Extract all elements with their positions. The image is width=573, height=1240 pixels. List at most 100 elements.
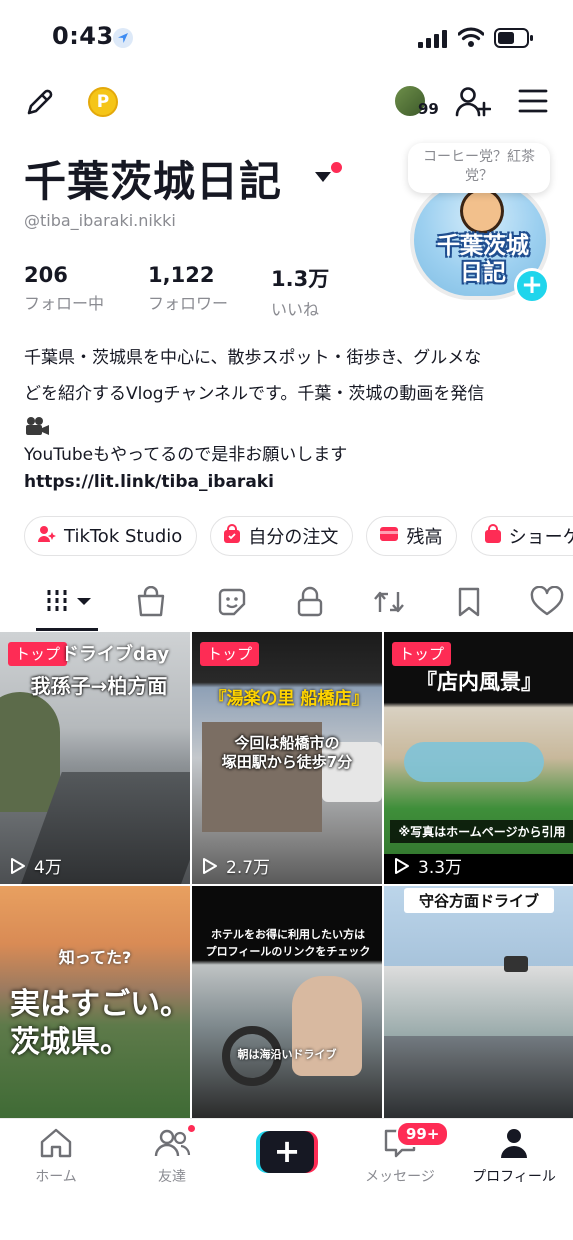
bookmark-icon [458,587,480,617]
profile-icon [501,1129,527,1158]
repost-icon [374,591,404,613]
edit-pencil-icon[interactable] [24,86,56,118]
view-count: 4万 [10,853,62,878]
chip-label: TikTok Studio [64,525,183,547]
account-switch-chevron-icon[interactable] [315,172,331,182]
friends-notification-dot [186,1123,197,1134]
chip-balance[interactable]: 残高 [366,516,458,556]
video-caption-top: 守谷方面ドライブ [404,888,554,913]
video-thumbnail[interactable]: トップ 『湯楽の里 船橋店』 今回は船橋市の 塚田駅から徒歩7分 2.7万 [192,632,382,884]
create-button[interactable]: + [256,1131,318,1173]
tab-reposts[interactable] [372,586,406,622]
video-caption-sub: ※写真はホームページから引用 [390,820,573,843]
tab-shop[interactable] [136,585,166,622]
bio: 千葉県・茨城県を中心に、散歩スポット・街歩き、グルメな どを紹介するVlogチャ… [24,340,544,468]
tab-favorites[interactable] [216,586,248,622]
nav-profile-label: プロフィール [472,1169,556,1185]
chip-label: 自分の注文 [248,527,339,548]
messages-badge: 99+ [396,1121,450,1147]
following-count: 206 [24,263,68,287]
stat-followers[interactable]: 1,122 フォロワー [148,263,228,314]
followers-label: フォロワー [148,294,229,313]
menu-icon[interactable] [518,88,548,114]
video-caption-top: ホテルをお得に利用したい方は プロフィールのリンクをチェック [205,928,371,958]
movie-camera-icon [24,412,544,442]
chip-showcase[interactable]: ショーケ [470,516,573,556]
add-user-icon[interactable] [455,86,491,118]
chip-label: 残高 [406,527,443,548]
heart-icon [530,585,564,616]
status-bar: 0:43 [0,0,573,74]
cellular-signal-icon [418,30,447,48]
avatar-character-face [460,188,504,234]
status-time: 0:43 [52,22,114,50]
stat-likes[interactable]: 1.3万 いいね [271,263,329,320]
pinned-badge: トップ [392,642,452,666]
video-thumbnail[interactable]: 知ってた? 実はすごい。 茨城県。 [0,886,190,1118]
likes-label: いいね [271,300,320,319]
video-caption-top: 『湯楽の里 船橋店』 [209,689,369,709]
sticker-icon [218,588,246,616]
chip-my-orders[interactable]: 自分の注文 [210,516,354,556]
chip-label: ショーケ [508,527,573,548]
shopping-bag-icon [223,523,241,549]
video-caption-sub: 今回は船橋市の 塚田駅から徒歩7分 [221,734,353,771]
friends-icon [154,1129,191,1157]
tab-liked[interactable] [530,585,564,622]
video-thumbnail[interactable]: ホテルをお得に利用したい方は プロフィールのリンクをチェック 朝は海沿いドライブ [192,886,382,1118]
video-thumbnail[interactable]: トップ ドライブday 我孫子→柏方面 4万 [0,632,190,884]
bio-line: YouTubeもやってるので是非お願いします [24,445,348,465]
coin-icon[interactable]: P [88,87,118,117]
home-icon [40,1128,72,1158]
add-story-plus-icon[interactable]: + [514,268,550,304]
shop-bag-icon [137,585,165,617]
tab-private[interactable] [296,586,324,622]
nav-friends-label: 友達 [158,1169,186,1185]
bottom-navigation: ホーム 友達 + メッセージ 99+ プロフィール [0,1118,573,1240]
username: @tiba_ibaraki.nikki [24,211,176,230]
video-caption-sub: 朝は海沿いドライブ [237,1048,337,1061]
view-count: 2.7万 [202,853,270,878]
bio-link[interactable]: https://lit.link/tiba_ibaraki [24,472,274,492]
wifi-icon [458,27,484,47]
bio-line: 千葉県・茨城県を中心に、散歩スポット・街歩き、グルメな [24,348,482,368]
shortcut-chips: TikTok Studio 自分の注文 残高 ショーケ [24,516,573,558]
followers-count: 1,122 [148,263,215,287]
following-label: フォロー中 [24,294,105,313]
display-name[interactable]: 千葉茨城日記 [24,148,282,209]
notification-dot [331,162,342,173]
play-icon [11,857,25,874]
play-icon [203,857,217,874]
note-bubble[interactable]: コーヒー党？紅茶党？ [408,143,550,193]
likes-count: 1.3万 [271,267,330,291]
bio-line: どを紹介するVlogチャンネルです。千葉・茨城の動画を発信 [24,384,485,404]
nav-home[interactable]: ホーム [6,1127,106,1186]
video-caption-top: ドライブday [60,644,170,665]
showcase-icon [484,523,502,549]
view-count: 3.3万 [394,853,462,878]
nav-friends[interactable]: 友達 [122,1127,222,1186]
profile-tabs [0,578,573,632]
tiktok-studio-icon [37,524,57,549]
active-tab-indicator [36,628,98,631]
chip-tiktok-studio[interactable]: TikTok Studio [24,516,198,556]
videos-grid-icon [47,590,91,612]
video-caption-sub: 我孫子→柏方面 [30,674,168,698]
wallet-icon [379,525,399,548]
video-caption-top: 『店内風景』 [416,670,542,694]
video-thumbnail[interactable]: 守谷方面ドライブ [384,886,573,1118]
video-caption-sub: 実はすごい。 茨城県。 [10,987,190,1060]
location-arrow-icon [113,28,133,48]
nav-profile[interactable]: プロフィール [464,1127,564,1186]
nav-home-label: ホーム [35,1169,77,1185]
nav-messages-label: メッセージ [365,1169,435,1185]
stat-following[interactable]: 206 フォロー中 [24,263,104,314]
lock-icon [297,586,323,617]
pinned-badge: トップ [200,642,260,666]
tab-videos[interactable] [46,586,92,620]
tab-saved[interactable] [456,586,482,622]
profile-visitors-count: 99 [418,100,439,118]
play-icon [395,857,409,874]
video-thumbnail[interactable]: トップ 『店内風景』 ※写真はホームページから引用 3.3万 [384,632,573,884]
plus-icon: + [260,1131,314,1173]
